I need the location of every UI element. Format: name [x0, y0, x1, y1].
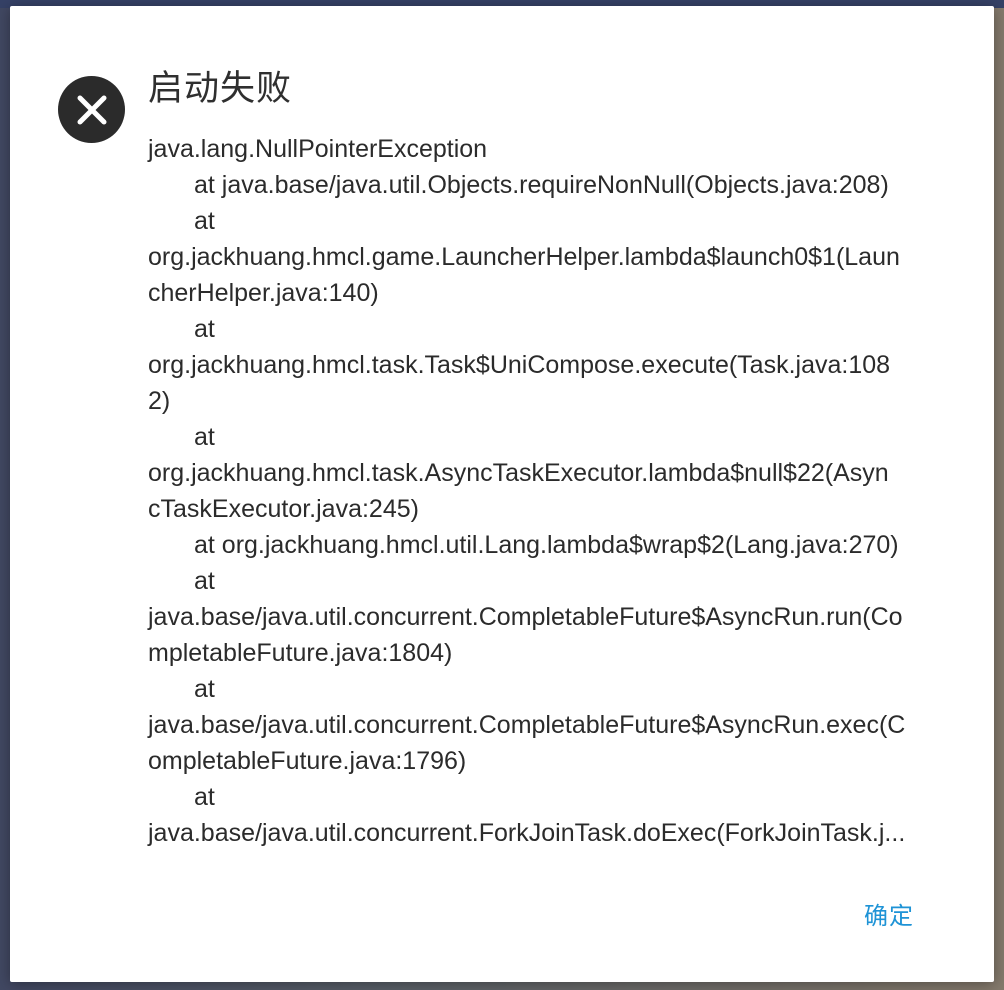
- message-line: at: [194, 675, 215, 703]
- message-line: java.base/java.util.concurrent.ForkJoinT…: [148, 819, 906, 847]
- message-line: at: [194, 423, 215, 451]
- message-line: 2): [148, 387, 171, 415]
- message-line: java.base/java.util.concurrent.Completab…: [148, 603, 903, 631]
- message-line: ompletableFuture.java:1796): [148, 747, 467, 775]
- message-line: at org.jackhuang.hmcl.util.Lang.lambda$w…: [194, 531, 899, 559]
- message-line: org.jackhuang.hmcl.game.LauncherHelper.l…: [148, 243, 900, 271]
- message-line: java.lang.NullPointerException: [148, 135, 488, 163]
- message-line: mpletableFuture.java:1804): [148, 639, 453, 667]
- message-line: at: [194, 207, 215, 235]
- message-line: org.jackhuang.hmcl.task.Task$UniCompose.…: [148, 351, 891, 379]
- error-message: java.lang.NullPointerException at java.ba…: [148, 131, 950, 851]
- message-line: at: [194, 567, 215, 595]
- message-line: cTaskExecutor.java:245): [148, 495, 419, 523]
- message-line: org.jackhuang.hmcl.task.AsyncTaskExecuto…: [148, 459, 889, 487]
- message-line: at java.base/java.util.Objects.requireNo…: [194, 171, 889, 199]
- message-line: at: [194, 783, 215, 811]
- message-line: cherHelper.java:140): [148, 279, 379, 307]
- error-circle-icon: [58, 76, 125, 143]
- message-line: java.base/java.util.concurrent.Completab…: [148, 711, 906, 739]
- error-dialog: 启动失败 java.lang.NullPointerException at ja…: [10, 6, 994, 982]
- message-line: at: [194, 315, 215, 343]
- ok-button[interactable]: 确定: [856, 892, 922, 935]
- dialog-title: 启动失败: [148, 69, 293, 109]
